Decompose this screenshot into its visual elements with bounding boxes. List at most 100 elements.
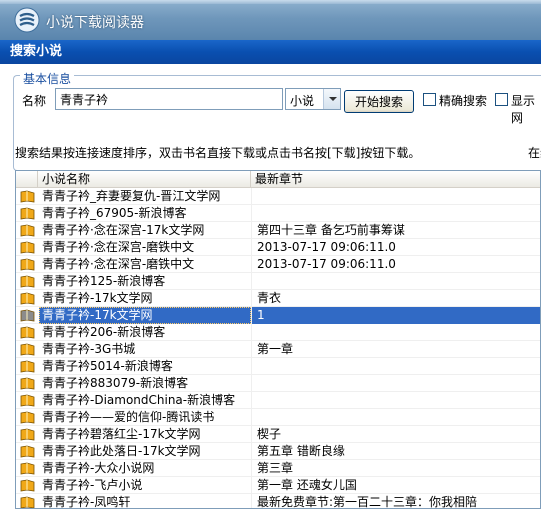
online-hint: 在线 (528, 146, 541, 160)
row-latest-chapter[interactable] (251, 392, 540, 409)
row-latest-chapter[interactable]: 青衣 (251, 290, 540, 307)
row-novel-name[interactable]: 青青子衿883079-新浪博客 (39, 375, 251, 392)
basic-info-legend: 基本信息 (20, 70, 75, 87)
book-icon (20, 326, 35, 339)
row-novel-name[interactable]: 青青子衿125-新浪博客 (39, 273, 251, 290)
row-novel-name[interactable]: 青青子衿-3G书城 (39, 341, 251, 358)
row-novel-name[interactable]: 青青子衿206-新浪博客 (39, 324, 251, 341)
row-novel-name[interactable]: 青青子衿碧落红尘-17k文学网 (39, 426, 251, 443)
row-latest-chapter[interactable]: 2013-07-17 09:06:11.0 (251, 256, 540, 273)
book-icon (20, 207, 35, 220)
row-novel-name[interactable]: 青青子衿——爱的信仰-腾讯读书 (39, 409, 251, 426)
type-select[interactable]: 小说 (285, 88, 341, 110)
row-latest-chapter[interactable] (251, 188, 540, 205)
book-icon (20, 292, 35, 305)
row-novel-name[interactable]: 青青子衿·念在深宫-磨铁中文 (39, 256, 251, 273)
start-search-button[interactable]: 开始搜索 (344, 90, 414, 113)
book-icon (20, 224, 35, 237)
row-latest-chapter[interactable]: 第五章 错断良缘 (251, 443, 540, 460)
table-row[interactable]: 青青子衿此处落日-17k文学网 第五章 错断良缘 (16, 443, 540, 460)
book-icon (20, 394, 35, 407)
type-select-value: 小说 (290, 94, 315, 108)
exact-search-label[interactable]: 精确搜索 (439, 92, 487, 109)
row-latest-chapter[interactable] (251, 324, 540, 341)
results-header: 小说名称 最新章节 (16, 171, 540, 188)
table-row[interactable]: 青青子衿-DiamondChina-新浪博客 (16, 392, 540, 409)
book-icon (20, 479, 35, 492)
row-latest-chapter[interactable] (251, 375, 540, 392)
book-icon (20, 411, 35, 424)
search-dialog: 搜索小说 基本信息 名称 小说 开始搜索 精确搜索 显示网 搜索结果按连接速度排… (0, 40, 541, 509)
table-row[interactable]: 青青子衿-凤鸣轩 最新免费章节:第一百二十三章：你我相陪 (16, 494, 540, 508)
row-latest-chapter[interactable] (251, 358, 540, 375)
book-icon (20, 241, 35, 254)
table-row[interactable]: 青青子衿——爱的信仰-腾讯读书 (16, 409, 540, 426)
column-header-name[interactable]: 小说名称 (38, 171, 251, 188)
row-latest-chapter[interactable]: 第四十三章 备乞巧前事筹谋 (251, 222, 540, 239)
table-row[interactable]: 青青子衿·念在深宫-磨铁中文 2013-07-17 09:06:11.0 (16, 239, 540, 256)
book-icon (20, 343, 35, 356)
row-novel-name[interactable]: 青青子衿·念在深宫-17k文学网 (39, 222, 251, 239)
row-novel-name[interactable]: 青青子衿-飞卢小说 (39, 477, 251, 494)
book-icon (20, 258, 35, 271)
table-row[interactable]: 青青子衿-17k文学网 青衣 (16, 290, 540, 307)
book-icon (20, 190, 35, 203)
row-latest-chapter[interactable]: 最新免费章节:第一百二十三章：你我相陪 (251, 494, 540, 508)
row-novel-name[interactable]: 青青子衿-17k文学网 (39, 307, 251, 324)
row-novel-name[interactable]: 青青子衿_67905-新浪博客 (39, 205, 251, 222)
show-checkbox[interactable] (495, 93, 508, 106)
row-novel-name[interactable]: 青青子衿-17k文学网 (39, 290, 251, 307)
chevron-down-icon[interactable] (323, 89, 340, 109)
row-novel-name[interactable]: 青青子衿·念在深宫-磨铁中文 (39, 239, 251, 256)
show-label[interactable]: 显示网 (511, 92, 541, 126)
results-rows: 青青子衿_弃妻要复仇-晋江文学网 青青子衿_67905-新浪博客 青青子衿·念在深宫… (16, 188, 540, 508)
app-title: 小说下载阅读器 (46, 15, 144, 31)
row-latest-chapter[interactable]: 1 (251, 307, 540, 324)
row-latest-chapter[interactable] (251, 409, 540, 426)
row-latest-chapter[interactable]: 第一章 还魂女儿国 (251, 477, 540, 494)
row-novel-name[interactable]: 青青子衿-大众小说网 (39, 460, 251, 477)
row-latest-chapter[interactable]: 第三章 (251, 460, 540, 477)
table-row[interactable]: 青青子衿-3G书城 第一章 (16, 341, 540, 358)
book-icon (20, 309, 35, 322)
table-row[interactable]: 青青子衿·念在深宫-磨铁中文 2013-07-17 09:06:11.0 (16, 256, 540, 273)
table-row[interactable]: 青青子衿883079-新浪博客 (16, 375, 540, 392)
book-icon (20, 428, 35, 441)
table-row[interactable]: 青青子衿-大众小说网 第三章 (16, 460, 540, 477)
row-novel-name[interactable]: 青青子衿5014-新浪博客 (39, 358, 251, 375)
table-row[interactable]: 青青子衿·念在深宫-17k文学网 第四十三章 备乞巧前事筹谋 (16, 222, 540, 239)
row-latest-chapter[interactable]: 第一章 (251, 341, 540, 358)
table-row[interactable]: 青青子衿_弃妻要复仇-晋江文学网 (16, 188, 540, 205)
table-row[interactable]: 青青子衿5014-新浪博客 (16, 358, 540, 375)
row-latest-chapter[interactable] (251, 205, 540, 222)
exact-search-checkbox[interactable] (423, 93, 436, 106)
row-latest-chapter[interactable]: 楔子 (251, 426, 540, 443)
name-label: 名称 (22, 94, 47, 108)
book-icon (20, 377, 35, 390)
app-logo-icon (14, 7, 40, 33)
table-row[interactable]: 青青子衿206-新浪博客 (16, 324, 540, 341)
table-row[interactable]: 青青子衿_67905-新浪博客 (16, 205, 540, 222)
name-input[interactable] (55, 88, 283, 110)
table-row[interactable]: 青青子衿-飞卢小说 第一章 还魂女儿国 (16, 477, 540, 494)
dialog-title: 搜索小说 (0, 40, 541, 64)
row-novel-name[interactable]: 青青子衿此处落日-17k文学网 (39, 443, 251, 460)
row-novel-name[interactable]: 青青子衿_弃妻要复仇-晋江文学网 (39, 188, 251, 205)
row-novel-name[interactable]: 青青子衿-DiamondChina-新浪博客 (39, 392, 251, 409)
book-icon (20, 360, 35, 373)
table-row[interactable]: 青青子衿-17k文学网 1 (16, 307, 540, 324)
book-icon (20, 275, 35, 288)
row-latest-chapter[interactable]: 2013-07-17 09:06:11.0 (251, 239, 540, 256)
book-icon (20, 445, 35, 458)
search-hint: 搜索结果按连接速度排序，双击书名直接下载或点击书名按[下载]按钮下载。 (15, 146, 421, 160)
titlebar-top-strip (0, 0, 541, 4)
row-latest-chapter[interactable] (251, 273, 540, 290)
table-row[interactable]: 青青子衿125-新浪博客 (16, 273, 540, 290)
table-row[interactable]: 青青子衿碧落红尘-17k文学网 楔子 (16, 426, 540, 443)
column-header-chapter[interactable]: 最新章节 (251, 171, 540, 188)
column-header-icon[interactable] (16, 171, 38, 188)
book-icon (20, 462, 35, 475)
results-list[interactable]: 小说名称 最新章节 青青子衿_弃妻要复仇-晋江文学网 青青子衿_67905-新浪博… (15, 170, 541, 509)
row-novel-name[interactable]: 青青子衿-凤鸣轩 (39, 494, 251, 508)
app-titlebar: 小说下载阅读器 (0, 0, 541, 40)
